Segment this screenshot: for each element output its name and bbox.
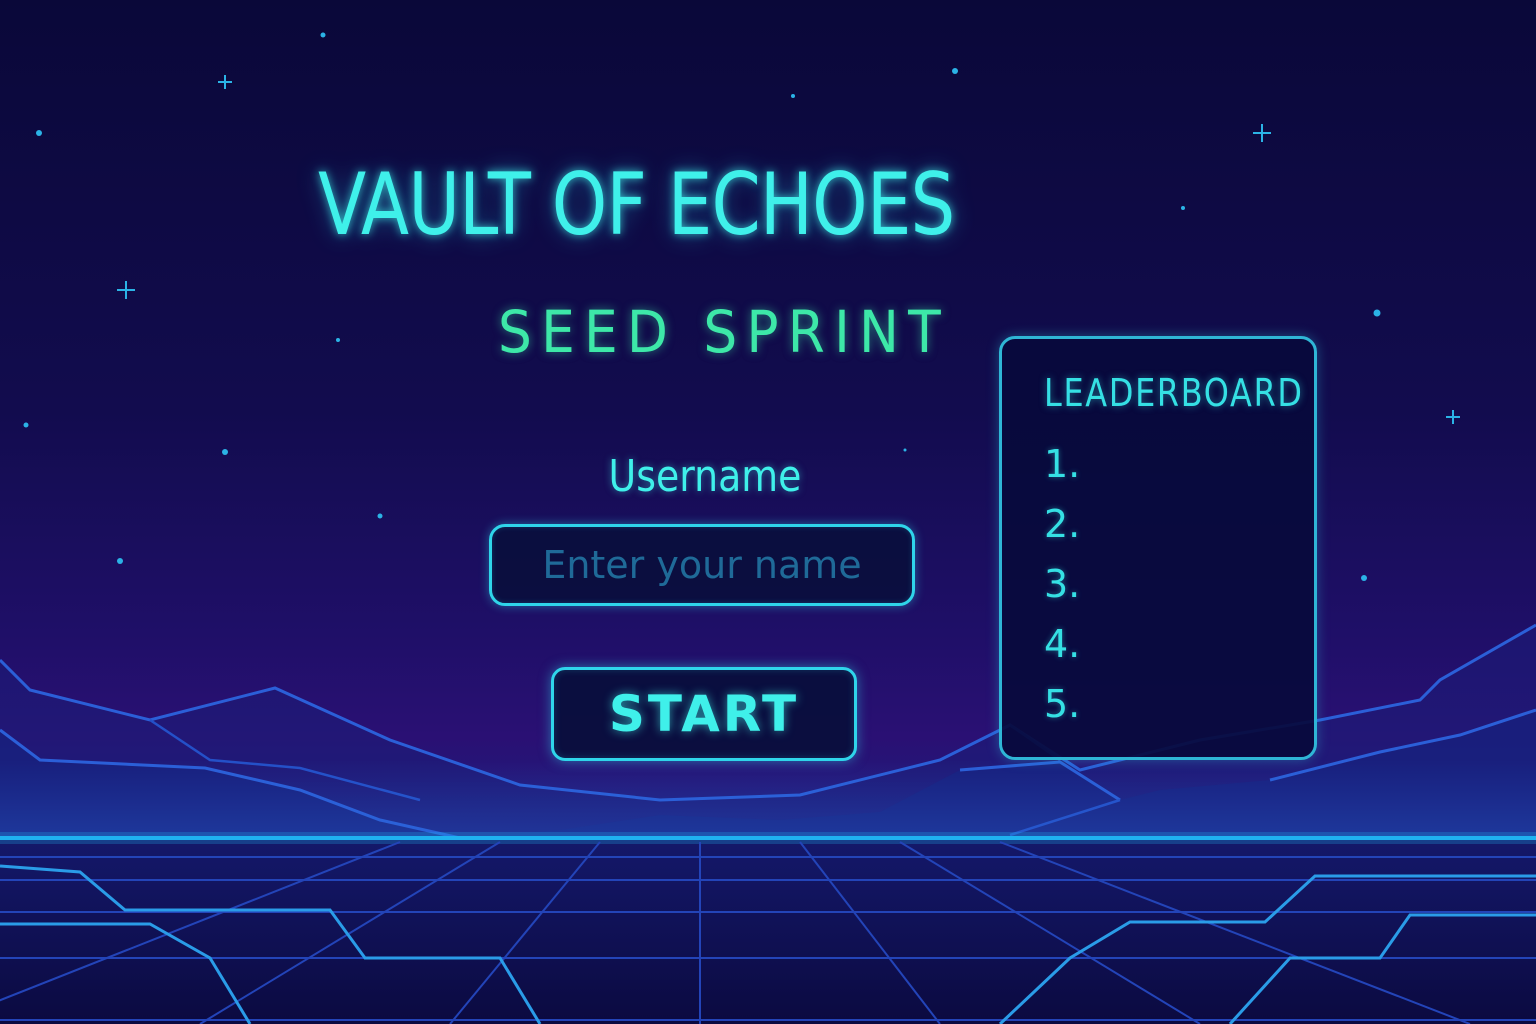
leaderboard-panel: LEADERBOARD 1. 2. 3. 4. 5. (999, 336, 1317, 760)
star (1181, 206, 1185, 210)
leaderboard-entry: 4. (1044, 617, 1080, 677)
star (1361, 575, 1367, 581)
sparkle (1253, 124, 1271, 142)
star (952, 68, 958, 74)
ground (0, 840, 1536, 1024)
star (336, 338, 340, 342)
game-title: VAULT OF ECHOES (318, 155, 955, 255)
star (903, 448, 907, 452)
horizon-haze (0, 760, 1536, 840)
username-label: Username (608, 451, 802, 502)
username-input[interactable] (489, 524, 915, 606)
leaderboard-rank: 3. (1044, 562, 1081, 606)
leaderboard-list: 1. 2. 3. 4. 5. (1044, 437, 1080, 737)
leaderboard-entry: 2. (1044, 497, 1080, 557)
star (1373, 309, 1381, 317)
start-button[interactable]: START (551, 667, 857, 761)
leaderboard-entry: 5. (1044, 677, 1080, 737)
leaderboard-rank: 1. (1044, 442, 1081, 486)
star (23, 422, 29, 428)
leaderboard-entry: 1. (1044, 437, 1080, 497)
sparkle (117, 281, 135, 299)
star (320, 32, 326, 38)
leaderboard-rank: 4. (1044, 622, 1081, 666)
leaderboard-rank: 5. (1044, 682, 1081, 726)
title-screen: VAULT OF ECHOES SEED SPRINT Username STA… (0, 0, 1536, 1024)
leaderboard-entry: 3. (1044, 557, 1080, 617)
star (117, 558, 123, 564)
star (377, 513, 383, 519)
star (222, 449, 228, 455)
leaderboard-rank: 2. (1044, 502, 1081, 546)
sparkle (218, 75, 232, 89)
star (791, 94, 795, 98)
game-subtitle: SEED SPRINT (498, 298, 950, 366)
leaderboard-title: LEADERBOARD (1044, 371, 1304, 415)
star (36, 130, 42, 136)
sparkle (1446, 410, 1460, 424)
